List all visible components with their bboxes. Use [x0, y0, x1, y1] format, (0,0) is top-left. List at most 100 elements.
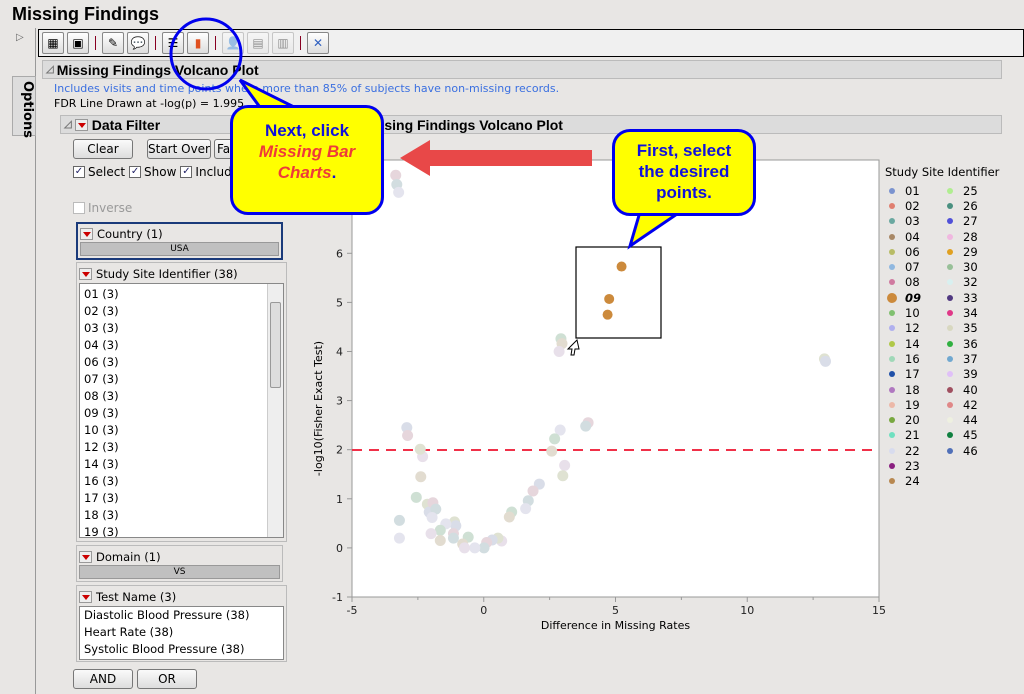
data-point[interactable]: [447, 532, 459, 544]
data-point[interactable]: [459, 542, 471, 554]
show-checkbox[interactable]: ✓ Show: [129, 165, 176, 179]
subject-profile-button[interactable]: ▣: [67, 32, 89, 54]
data-point[interactable]: [820, 355, 832, 367]
selected-data-point[interactable]: [602, 309, 613, 320]
include-checkbox[interactable]: ✓ Includ: [180, 165, 232, 179]
data-point[interactable]: [390, 169, 402, 181]
data-point[interactable]: [559, 459, 571, 471]
legend-item[interactable]: 33: [943, 290, 995, 305]
legend-item[interactable]: 17: [885, 367, 937, 382]
scrollbar[interactable]: [267, 284, 283, 537]
legend-item[interactable]: 08: [885, 275, 937, 290]
data-point[interactable]: [546, 445, 558, 457]
data-table-button[interactable]: ☰: [162, 32, 184, 54]
legend-item[interactable]: 12: [885, 321, 937, 336]
site-list-item[interactable]: 10 (3): [84, 422, 283, 439]
red-triangle-menu-icon[interactable]: [80, 228, 93, 240]
data-point[interactable]: [425, 528, 437, 540]
legend-item[interactable]: 26: [943, 198, 995, 213]
legend-item[interactable]: 25: [943, 183, 995, 198]
legend-item[interactable]: 27: [943, 214, 995, 229]
site-list-item[interactable]: 02 (3): [84, 303, 283, 320]
clear-button[interactable]: Clear: [73, 139, 133, 159]
select-checkbox[interactable]: ✓ Select: [73, 165, 125, 179]
site-list-item[interactable]: 18 (3): [84, 507, 283, 524]
missing-bar-charts-button[interactable]: ▮: [187, 32, 209, 54]
data-point[interactable]: [415, 471, 427, 483]
data-point[interactable]: [393, 532, 405, 544]
close-x-button[interactable]: ✕: [307, 32, 329, 54]
domain-filter[interactable]: Domain (1) VS: [76, 545, 283, 582]
data-point[interactable]: [503, 511, 515, 523]
red-triangle-menu-icon[interactable]: [74, 118, 88, 131]
legend-item[interactable]: 37: [943, 351, 995, 366]
legend-item[interactable]: 36: [943, 336, 995, 351]
legend-item[interactable]: 09: [885, 290, 937, 305]
site-list-item[interactable]: 03 (3): [84, 320, 283, 337]
legend-item[interactable]: 06: [885, 244, 937, 259]
legend-item[interactable]: 28: [943, 229, 995, 244]
red-triangle-menu-icon[interactable]: [79, 591, 92, 603]
and-button[interactable]: AND: [73, 669, 133, 689]
data-point[interactable]: [410, 491, 422, 503]
selected-data-point[interactable]: [604, 293, 615, 304]
data-point[interactable]: [469, 542, 481, 554]
site-list-item[interactable]: 04 (3): [84, 337, 283, 354]
legend-item[interactable]: 21: [885, 428, 937, 443]
legend-item[interactable]: 40: [943, 382, 995, 397]
red-triangle-menu-icon[interactable]: [79, 268, 92, 280]
site-list-item[interactable]: 14 (3): [84, 456, 283, 473]
legend-item[interactable]: 42: [943, 397, 995, 412]
comment-add-button[interactable]: ✎: [102, 32, 124, 54]
site-list-item[interactable]: 12 (3): [84, 439, 283, 456]
site-list-item[interactable]: 07 (3): [84, 371, 283, 388]
test-name-item[interactable]: Diastolic Blood Pressure (38): [84, 607, 283, 624]
legend-item[interactable]: 23: [885, 458, 937, 473]
data-point[interactable]: [549, 433, 561, 445]
legend-item[interactable]: 02: [885, 198, 937, 213]
legend-item[interactable]: 01: [885, 183, 937, 198]
legend-item[interactable]: 07: [885, 259, 937, 274]
legend-item[interactable]: 39: [943, 367, 995, 382]
data-point[interactable]: [434, 535, 446, 547]
site-list[interactable]: 01 (3) 02 (3) 03 (3) 04 (3) 06 (3) 07 (3) 08 (…: [79, 283, 284, 538]
disclosure-icon[interactable]: ◿: [64, 119, 72, 130]
data-point[interactable]: [553, 345, 565, 357]
legend-item[interactable]: 30: [943, 259, 995, 274]
data-point[interactable]: [414, 443, 426, 455]
site-list-item[interactable]: 06 (3): [84, 354, 283, 371]
site-list-item[interactable]: 01 (3): [84, 286, 283, 303]
country-filter[interactable]: Country (1) USA: [76, 222, 283, 260]
legend-item[interactable]: 18: [885, 382, 937, 397]
data-point[interactable]: [557, 470, 569, 482]
site-list-item[interactable]: 17 (3): [84, 490, 283, 507]
disclosure-icon[interactable]: ◿: [46, 64, 54, 75]
legend-item[interactable]: 34: [943, 305, 995, 320]
legend-item[interactable]: 29: [943, 244, 995, 259]
expand-triangle-icon[interactable]: ▷: [16, 32, 24, 43]
site-list-item[interactable]: 08 (3): [84, 388, 283, 405]
legend-item[interactable]: 35: [943, 321, 995, 336]
legend-item[interactable]: 19: [885, 397, 937, 412]
legend-item[interactable]: 22: [885, 443, 937, 458]
data-point[interactable]: [580, 420, 592, 432]
selected-data-point[interactable]: [616, 261, 627, 272]
scrollbar-thumb[interactable]: [270, 302, 281, 388]
legend-item[interactable]: 32: [943, 275, 995, 290]
legend-item[interactable]: 20: [885, 412, 937, 427]
report-header[interactable]: ◿ Missing Findings Volcano Plot: [42, 60, 1002, 79]
domain-value-bar[interactable]: VS: [79, 565, 280, 579]
start-over-button[interactable]: Start Over: [147, 139, 211, 159]
legend-item[interactable]: 24: [885, 474, 937, 489]
volcano-plot[interactable]: -5 0 5 10 15 -1 0 1 2 3 4 5 6 Difference in Missing R…: [290, 150, 890, 640]
data-point[interactable]: [527, 485, 539, 497]
comment-view-button[interactable]: 💬: [127, 32, 149, 54]
red-triangle-menu-icon[interactable]: [79, 550, 92, 563]
data-point[interactable]: [393, 186, 405, 198]
inverse-checkbox[interactable]: Inverse: [73, 201, 132, 215]
legend-item[interactable]: 03: [885, 214, 937, 229]
legend-item[interactable]: 45: [943, 428, 995, 443]
site-list-item[interactable]: 09 (3): [84, 405, 283, 422]
test-name-item[interactable]: Systolic Blood Pressure (38): [84, 641, 283, 658]
test-name-list[interactable]: Diastolic Blood Pressure (38) Heart Rate …: [79, 606, 284, 660]
